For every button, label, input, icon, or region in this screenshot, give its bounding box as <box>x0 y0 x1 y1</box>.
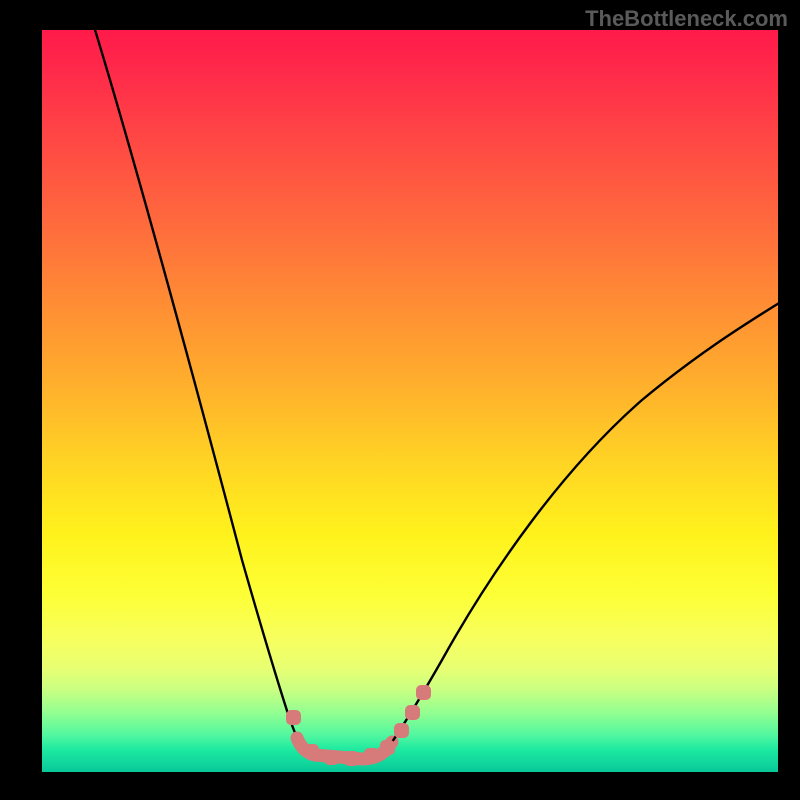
marker-dot <box>324 750 339 765</box>
chart-plot-area <box>42 30 778 772</box>
marker-dot <box>394 723 409 738</box>
watermark-text: TheBottleneck.com <box>585 6 788 32</box>
marker-dot <box>405 705 420 720</box>
curve-left-branch <box>92 30 297 738</box>
curve-right-branch <box>392 298 778 742</box>
curve-markers <box>286 685 431 766</box>
marker-dot <box>416 685 431 700</box>
marker-dot <box>344 751 359 766</box>
marker-dot <box>364 748 379 763</box>
marker-dot <box>380 740 395 755</box>
marker-dot <box>286 710 301 725</box>
bottleneck-curve-svg <box>42 30 778 772</box>
marker-dot <box>304 744 319 759</box>
